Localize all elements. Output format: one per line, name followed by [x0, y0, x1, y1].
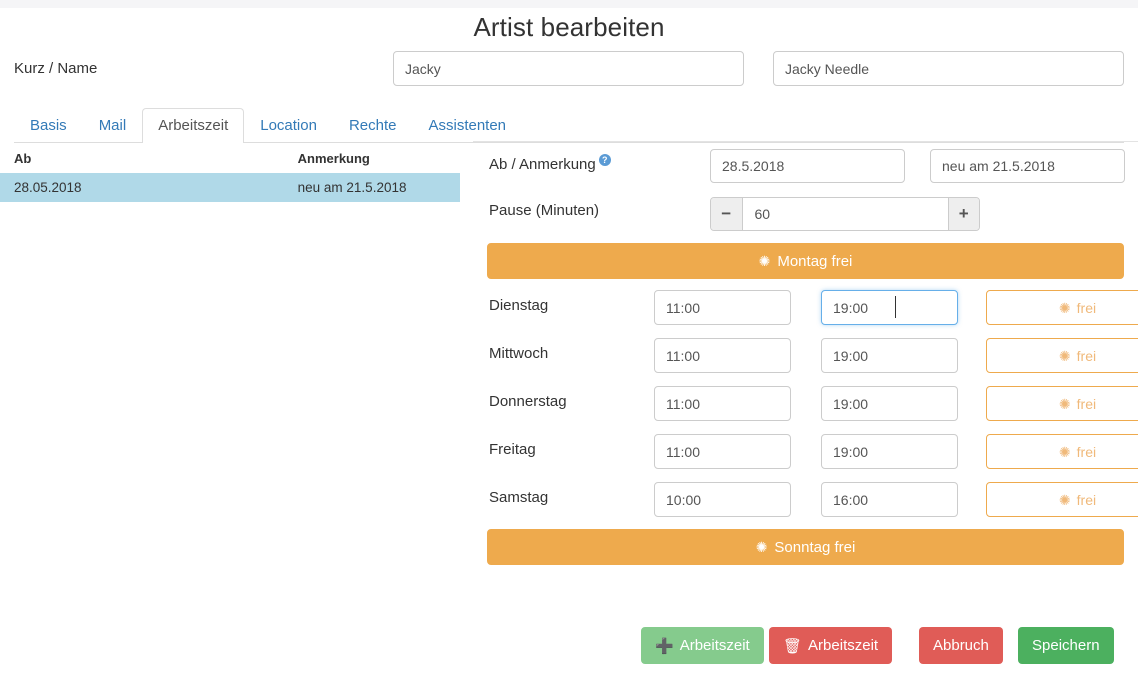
delete-worktime-label: Arbeitszeit: [808, 637, 879, 654]
worktime-list-panel: Ab Anmerkung 28.05.2018 neu am 21.5.2018: [0, 148, 460, 202]
monday-free-label: Montag frei: [777, 252, 853, 270]
free-label: frei: [1076, 443, 1097, 460]
column-header-ab: Ab: [14, 151, 32, 166]
tab-location[interactable]: Location: [244, 108, 333, 142]
worktime-form: Ab / Anmerkung? Pause (Minuten) − + ✺ Mo…: [473, 141, 1138, 570]
add-worktime-label: Arbeitszeit: [679, 637, 750, 654]
day-label-donnerstag: Donnerstag: [489, 393, 567, 410]
top-strip: [0, 0, 1138, 8]
table-row[interactable]: 28.05.2018 neu am 21.5.2018: [0, 173, 460, 202]
save-button[interactable]: Speichern: [1018, 627, 1114, 664]
worktime-table: Ab Anmerkung 28.05.2018 neu am 21.5.2018: [0, 148, 460, 202]
tab-basis[interactable]: Basis: [14, 108, 83, 142]
question-mark-icon[interactable]: ?: [598, 154, 611, 166]
tab-bar: Basis Mail Arbeitszeit Location Rechte A…: [14, 108, 1124, 143]
delete-worktime-button[interactable]: 🗑 Arbeitszeit: [769, 627, 893, 664]
samstag-to-input[interactable]: [821, 482, 958, 517]
pause-stepper: − +: [710, 197, 980, 231]
sun-icon: ✺: [1058, 395, 1071, 412]
donnerstag-from-input[interactable]: [654, 386, 791, 421]
pause-decrement-button[interactable]: −: [711, 198, 743, 230]
sunday-free-bar[interactable]: ✺ Sonntag frei: [487, 529, 1124, 565]
mittwoch-free-button[interactable]: ✺ frei: [986, 338, 1138, 373]
day-row-freitag: Freitag ✺ frei: [473, 428, 1138, 476]
sun-icon: ✺: [1058, 299, 1071, 316]
text-caret: [895, 296, 896, 318]
donnerstag-to-input[interactable]: [821, 386, 958, 421]
day-row-dienstag: Dienstag ✺ frei: [473, 284, 1138, 332]
free-label: frei: [1076, 395, 1097, 412]
day-label-samstag: Samstag: [489, 489, 549, 506]
tab-arbeitszeit[interactable]: Arbeitszeit: [142, 108, 245, 143]
ab-date-input[interactable]: [710, 149, 905, 183]
sun-icon: ✺: [1058, 347, 1071, 364]
freitag-to-input[interactable]: [821, 434, 958, 469]
row-pause: Pause (Minuten) − +: [473, 190, 1138, 238]
free-label: frei: [1076, 347, 1097, 364]
dienstag-free-button[interactable]: ✺ frei: [986, 290, 1138, 325]
add-worktime-button[interactable]: ➕ Arbeitszeit: [641, 627, 764, 664]
tab-assistenten[interactable]: Assistenten: [412, 108, 522, 142]
cell-ab: 28.05.2018: [0, 173, 108, 202]
freitag-from-input[interactable]: [654, 434, 791, 469]
trash-icon: 🗑: [783, 637, 803, 655]
artist-edit-page: Artist bearbeiten Kurz / Name Basis Mail…: [0, 0, 1138, 677]
mittwoch-to-input[interactable]: [821, 338, 958, 373]
sun-icon: ✺: [1058, 491, 1071, 508]
cell-anmerkung: neu am 21.5.2018: [107, 173, 460, 202]
monday-free-bar[interactable]: ✺ Montag frei: [487, 243, 1124, 279]
day-label-dienstag: Dienstag: [489, 297, 549, 314]
day-row-mittwoch: Mittwoch ✺ frei: [473, 332, 1138, 380]
sunday-free-label: Sonntag frei: [774, 538, 856, 556]
row-ab-anmerkung: Ab / Anmerkung?: [473, 142, 1138, 190]
ab-anmerkung-label: Ab / Anmerkung?: [489, 154, 611, 173]
samstag-from-input[interactable]: [654, 482, 791, 517]
pause-increment-button[interactable]: +: [947, 198, 979, 230]
ab-anmerkung-label-text: Ab / Anmerkung: [489, 156, 596, 173]
pause-label: Pause (Minuten): [489, 202, 600, 219]
kurz-name-label: Kurz / Name: [14, 60, 98, 77]
table-header-row: Ab Anmerkung: [0, 148, 460, 173]
day-label-freitag: Freitag: [489, 441, 536, 458]
tab-rechte[interactable]: Rechte: [333, 108, 413, 142]
mittwoch-from-input[interactable]: [654, 338, 791, 373]
tab-mail[interactable]: Mail: [83, 108, 143, 142]
day-row-donnerstag: Donnerstag ✺ frei: [473, 380, 1138, 428]
free-label: frei: [1076, 299, 1097, 316]
day-row-samstag: Samstag ✺ frei: [473, 476, 1138, 524]
pause-input[interactable]: [742, 198, 948, 230]
dienstag-to-input[interactable]: [821, 290, 958, 325]
page-title: Artist bearbeiten: [473, 12, 665, 42]
plus-icon: ➕: [655, 637, 674, 655]
freitag-free-button[interactable]: ✺ frei: [986, 434, 1138, 469]
sun-icon: ✺: [758, 253, 771, 269]
cancel-button[interactable]: Abbruch: [919, 627, 1003, 664]
sun-icon: ✺: [755, 539, 768, 555]
ab-note-input[interactable]: [930, 149, 1125, 183]
dienstag-from-input[interactable]: [654, 290, 791, 325]
full-name-input[interactable]: [773, 51, 1124, 86]
sun-icon: ✺: [1058, 443, 1071, 460]
short-name-input[interactable]: [393, 51, 744, 86]
samstag-free-button[interactable]: ✺ frei: [986, 482, 1138, 517]
footer-actions: ➕ Arbeitszeit 🗑 Arbeitszeit Abbruch Spei…: [0, 627, 1138, 667]
donnerstag-free-button[interactable]: ✺ frei: [986, 386, 1138, 421]
column-header-anmerkung: Anmerkung: [297, 151, 370, 166]
free-label: frei: [1076, 491, 1097, 508]
day-label-mittwoch: Mittwoch: [489, 345, 549, 362]
